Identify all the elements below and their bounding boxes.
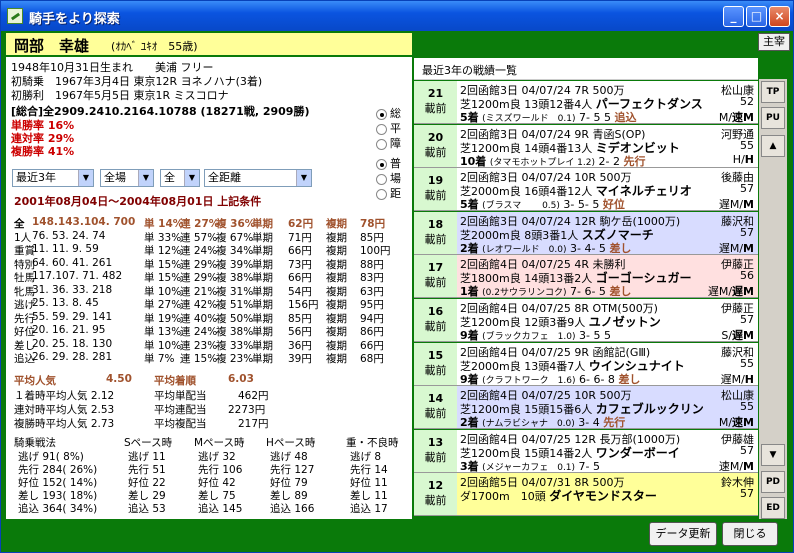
radio-flat[interactable]: 平 (376, 120, 401, 136)
top-button[interactable]: TP (761, 81, 785, 103)
stats-row: 先行 55. 59. 29. 141 単 19% 連 40% 複 50% 単期 85円 複期 9… (14, 310, 384, 325)
jockey-name-bar: 岡部 幸雄 (ｵｶﾍﾞ ﾕｷｵ 55歳) (6, 33, 412, 57)
chevron-down-icon: ▼ (296, 170, 311, 186)
close-window-button[interactable]: × (769, 6, 790, 27)
stats-row: 追込 26. 29. 28. 281 単 7% 連 15% 複 23% 単期 39円 複期 68… (14, 351, 384, 365)
stats-row: 差し 20. 25. 18. 130 単 10% 連 23% 複 33% 単期 36円 複期 6… (14, 337, 384, 352)
jockey-name: 岡部 幸雄 (14, 37, 90, 55)
race-row[interactable]: 12 載前 2回函館5日 04/07/31 8R 500万 鈴木伸 ダ1700m 10頭… (414, 473, 758, 517)
radio-total[interactable]: 総 (376, 105, 401, 121)
race-row[interactable]: 13 載前 2回函館4日 04/07/25 12R 長万部(1000万) 伊藤雄 芝12… (414, 429, 758, 473)
scroll-up-icon[interactable]: ▲ (761, 135, 785, 157)
stats-row: 全 148.143.104. 700 単 14% 連 27% 複 36% 単期 62円 複期 7… (14, 216, 386, 230)
page-down-button[interactable]: PD (761, 471, 785, 493)
race-index: 17 載前 (414, 255, 457, 298)
stats-row: 重賞 11. 11. 9. 59 単 12% 連 24% 複 34% 単期 66円 複期 100… (14, 243, 391, 257)
window-title: 騎手をより探索 (29, 12, 120, 27)
pace-cell: 追込 53 (128, 503, 166, 515)
horse-name: ワンダーボーイ (595, 445, 680, 460)
end-button[interactable]: ED (761, 497, 785, 519)
scroll-down-icon[interactable]: ▼ (761, 444, 785, 466)
stats-row: 牝馬 31. 36. 33. 218 単 10% 連 21% 複 31% 単期 54円 複期 6… (14, 283, 384, 298)
race-row[interactable]: 17 載前 2回函館4日 04/07/25 4R 未勝利 伊藤正 芝1800m良 14頭… (414, 255, 758, 299)
race-index: 13 載前 (414, 429, 457, 472)
show-rate: 複勝率 41% (11, 145, 75, 158)
period-text: 2001年08月04日～2004年08月01日 上記条件 (14, 195, 262, 208)
type-select[interactable]: 全 ▼ (160, 169, 200, 187)
chevron-down-icon: ▼ (184, 170, 199, 186)
maximize-button[interactable]: □ (746, 6, 767, 27)
chevron-down-icon: ▼ (78, 170, 93, 186)
first-win-info: 初勝利 1967年5月5日 東京1R ミスコロナ (11, 89, 229, 102)
race-index: 21 載前 (414, 81, 457, 123)
radio-normal[interactable]: 普 (376, 155, 401, 171)
app-icon (7, 8, 23, 24)
main-window: 騎手をより探索 _ □ × 岡部 幸雄 (ｵｶﾍﾞ ﾕｷｵ 55歳) 1948年… (0, 0, 794, 553)
race-row[interactable]: 15 載前 2回函館4日 04/07/25 9R 函館記(GⅢ) 藤沢和 芝2000m良… (414, 342, 758, 386)
race-index: 14 載前 (414, 386, 457, 429)
race-row[interactable]: 14 載前 2回函館4日 04/07/25 10R 500万 松山康 芝1200m良 1… (414, 386, 758, 430)
close-button[interactable]: 閉じる (722, 522, 778, 546)
stats-row: 1人 76. 53. 24. 74 単 33% 連 57% 複 67% 単期 71円 複期 85… (14, 229, 384, 244)
page-up-button[interactable]: PU (761, 107, 785, 129)
jockey-kana: (ｵｶﾍﾞ ﾕｷｵ 55歳) (111, 40, 198, 53)
race-list-header: 最近3年の戦績一覧 (414, 58, 758, 80)
race-row[interactable]: 20 載前 2回函館3日 04/07/24 9R 青函S(OP) 河野通 芝1200m良… (414, 124, 758, 168)
main-button[interactable]: 主宰 (758, 33, 790, 51)
minimize-button[interactable]: _ (723, 6, 744, 27)
course-select[interactable]: 全場 ▼ (100, 169, 154, 187)
side-nav: TP PU ▲ ▼ PD ED (759, 79, 787, 519)
radio-course[interactable]: 場 (376, 170, 401, 186)
race-row[interactable]: 19 載前 2回函館3日 04/07/24 10R 500万 後藤由 芝2000m良 1… (414, 168, 758, 212)
stats-row: 好位 20. 16. 21. 95 単 13% 連 24% 複 38% 単期 56円 複期 86… (14, 324, 384, 338)
stats-row: 逃げ 25. 13. 8. 45 単 27% 連 42% 複 51% 単期 156円 複期 95… (14, 297, 384, 311)
race-row[interactable]: 21 載前 2回函館3日 04/07/24 7R 500万 松山康 芝1200m良 13… (414, 81, 758, 124)
jockey-panel: 岡部 幸雄 (ｵｶﾍﾞ ﾕｷｵ 55歳) 1948年10月31日生まれ 美浦 フ… (6, 33, 412, 519)
race-index: 20 載前 (414, 124, 457, 167)
update-data-button[interactable]: データ更新 (649, 522, 717, 546)
pace-cell: 追込 166 (270, 503, 315, 515)
race-row[interactable]: 16 載前 2回函館4日 04/07/25 8R OTM(500万) 伊藤正 芝1200… (414, 299, 758, 342)
race-index: 18 載前 (414, 211, 457, 254)
race-index: 12 載前 (414, 473, 457, 516)
chevron-down-icon: ▼ (138, 170, 153, 186)
title-bar[interactable]: 騎手をより探索 _ □ × (1, 1, 793, 31)
race-index: 15 載前 (414, 342, 457, 385)
pace-cell: 追込 17 (350, 503, 388, 515)
stats-row: 牡馬 117.107. 71. 482 単 15% 連 29% 複 38% 単期 66円 複期… (14, 270, 384, 284)
radio-distance[interactable]: 距 (376, 185, 401, 201)
race-index: 19 載前 (414, 168, 457, 211)
pace-cell: 追込 364( 34%) (18, 503, 98, 515)
period-select[interactable]: 最近3年 ▼ (12, 169, 94, 187)
stats-row: 特別 64. 60. 41. 261 単 15% 連 29% 複 39% 単期 73円 複期 8… (14, 256, 384, 271)
race-index: 16 載前 (414, 299, 457, 341)
horse-name: ダイヤモンドスター (549, 489, 657, 504)
distance-select[interactable]: 全距離 ▼ (204, 169, 312, 187)
pace-cell: 追込 145 (198, 503, 243, 515)
race-row[interactable]: 18 載前 2回函館3日 04/07/24 12R 駒ケ岳(1000万) 藤沢和 芝20… (414, 211, 758, 255)
radio-jump[interactable]: 障 (376, 135, 401, 151)
